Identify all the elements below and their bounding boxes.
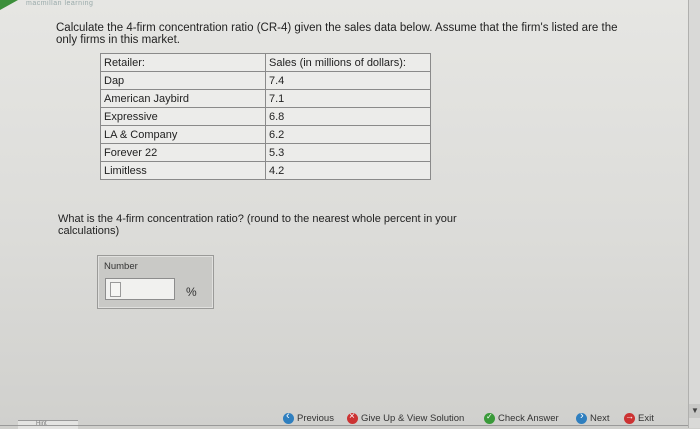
brand-text: macmillan learning [26,0,94,7]
table-cell-retailer: Limitless [100,161,266,180]
table-cell-retailer: Expressive [100,107,266,126]
sales-table: Retailer: Sales (in millions of dollars)… [100,53,431,180]
previous-button[interactable]: Previous [283,410,334,425]
table-header-sales: Sales (in millions of dollars): [265,53,431,72]
answer-box: Number % [97,255,214,309]
question-prompt: Calculate the 4-firm concentration ratio… [56,22,618,46]
input-caret-icon [110,282,121,297]
table-cell-retailer: Forever 22 [100,143,266,162]
table-cell-retailer: American Jaybird [100,89,266,108]
previous-icon [283,410,294,424]
exit-label: Exit [638,412,654,424]
check-answer-button[interactable]: Check Answer [484,411,559,425]
next-icon [576,410,587,424]
divider [0,425,688,426]
exit-icon [624,411,635,424]
table-cell-retailer: LA & Company [100,125,266,144]
table-cell-sales: 5.3 [265,143,431,162]
table-row: Dap 7.4 [100,71,431,90]
table-cell-sales: 7.4 [265,71,431,90]
previous-label: Previous [297,412,334,424]
table-header-row: Retailer: Sales (in millions of dollars)… [100,53,431,72]
check-answer-label: Check Answer [498,412,559,424]
next-button[interactable]: Next [576,410,610,425]
next-label: Next [590,412,610,424]
table-cell-sales: 6.2 [265,125,431,144]
question-subprompt: What is the 4-firm concentration ratio? … [58,213,457,237]
table-row: American Jaybird 7.1 [100,89,431,108]
vertical-scrollbar[interactable]: ▼ [688,0,700,428]
table-row: Limitless 4.2 [100,161,431,180]
table-cell-retailer: Dap [100,71,266,90]
give-up-label: Give Up & View Solution [361,412,465,424]
answer-label: Number [104,261,138,272]
hint-label: Hint [36,421,47,427]
question-page: macmillan learning Calculate the 4-firm … [0,0,688,429]
give-up-button[interactable]: Give Up & View Solution [347,411,464,425]
table-cell-sales: 7.1 [265,89,431,108]
table-cell-sales: 6.8 [265,107,431,126]
table-cell-sales: 4.2 [265,161,431,180]
give-up-icon [347,411,358,424]
scroll-down-arrow-icon[interactable]: ▼ [689,404,700,418]
table-row: Expressive 6.8 [100,107,431,126]
answer-unit: % [186,285,197,299]
check-icon [484,412,495,424]
table-row: LA & Company 6.2 [100,125,431,144]
table-row: Forever 22 5.3 [100,143,431,162]
exit-button[interactable]: Exit [624,411,654,425]
logo-icon [0,0,18,10]
table-header-retailer: Retailer: [100,53,266,72]
